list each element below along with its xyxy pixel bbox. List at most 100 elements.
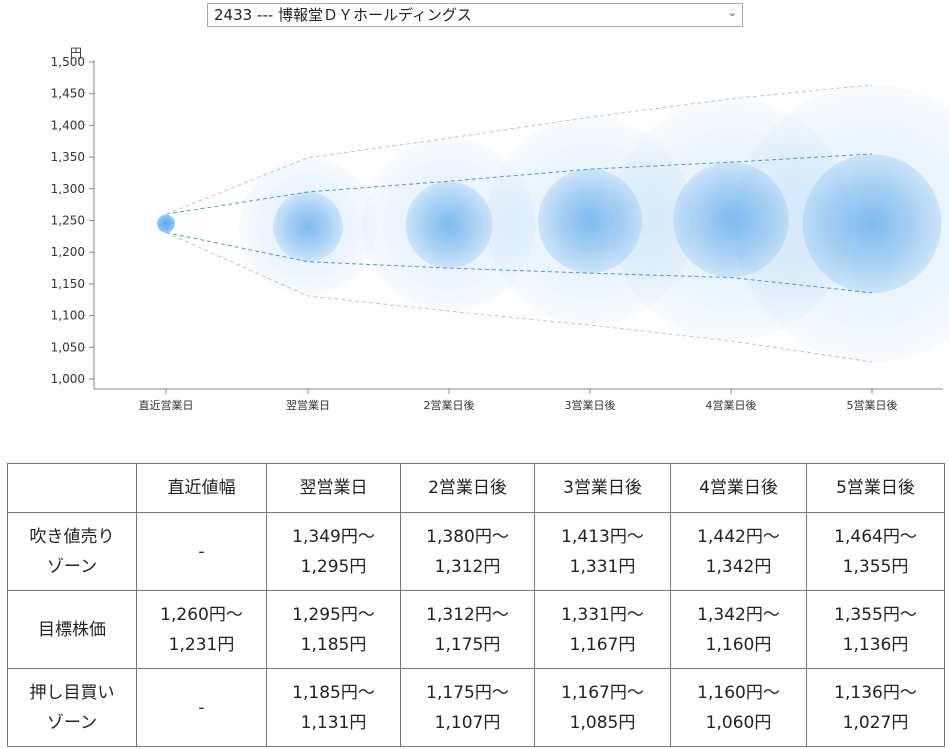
row-label: 吹き値売り ゾーン — [7, 512, 137, 591]
table-cell: 1,331円～ 1,167円 — [534, 590, 671, 669]
cell-line: 1,027円 — [842, 712, 909, 733]
cell-line: 1,464円～ — [834, 526, 917, 547]
y-tick-label: 1,400 — [51, 118, 85, 132]
table-cell: 1,295円～ 1,185円 — [266, 590, 401, 669]
cell-line: 1,342円～ — [697, 604, 780, 625]
target-range-bubble — [405, 181, 493, 269]
table-cell: - — [136, 512, 267, 591]
cell-line: 1,160円 — [705, 634, 772, 655]
row-label-line: ゾーン — [46, 712, 98, 733]
row-label-line: 吹き値売り — [29, 526, 115, 547]
table-cell: 1,342円～ 1,160円 — [670, 590, 807, 669]
table-header-row: 直近値幅 翌営業日 2営業日後 3営業日後 4営業日後 5営業日後 — [7, 463, 945, 513]
cell-line: 1,185円 — [300, 634, 367, 655]
row-label-line: ゾーン — [46, 556, 98, 577]
stock-selector[interactable]: 2433 --- 博報堂ＤＹホールディングス ⌄ — [207, 3, 743, 27]
cell-line: 1,312円～ — [426, 604, 509, 625]
table-row: 押し目買いゾーン - 1,185円～ 1,131円 1,175円～ 1,107円 1,167… — [7, 668, 945, 747]
y-tick-label: 1,250 — [51, 214, 85, 228]
table-cell: - — [136, 668, 267, 747]
y-tick-label: 1,450 — [51, 87, 85, 101]
cell-line: 1,380円～ — [426, 526, 509, 547]
cell-line: 1,175円 — [434, 634, 501, 655]
cell-line: 1,442円～ — [697, 526, 780, 547]
table-cell: 1,380円～ 1,312円 — [400, 512, 535, 591]
cell-line: 1,355円～ — [834, 604, 917, 625]
cell-line: 1,160円～ — [697, 682, 780, 703]
row-label-line: 目標株価 — [38, 619, 106, 640]
cell-line: 1,349円～ — [292, 526, 375, 547]
forecast-chart: 1,000 1,050 1,100 1,150 1,200 1,250 1,300 1,350… — [51, 46, 949, 412]
cell-line: 1,060円 — [705, 712, 772, 733]
table-cell: 1,413円～ 1,331円 — [534, 512, 671, 591]
cell-line: 1,295円 — [300, 556, 367, 577]
header-latest-range: 直近値幅 — [136, 463, 267, 513]
target-range-bubble — [802, 154, 942, 294]
latest-price-dot — [157, 214, 175, 233]
y-tick-label: 1,200 — [51, 245, 85, 259]
y-tick-label: 1,150 — [51, 277, 85, 291]
y-axis-unit: 円 — [70, 46, 82, 60]
x-tick-label: 4営業日後 — [706, 398, 757, 412]
cell-line: 1,260円～ — [160, 604, 243, 625]
y-axis: 1,000 1,050 1,100 1,150 1,200 1,250 1,300 1,350… — [51, 55, 95, 389]
y-tick-label: 1,300 — [51, 182, 85, 196]
target-range-bubble — [538, 169, 642, 274]
cell-line: - — [198, 697, 205, 718]
table-cell: 1,136円～ 1,027円 — [806, 668, 945, 747]
row-label-line: 押し目買い — [29, 682, 115, 703]
cell-line: 1,355円 — [842, 556, 909, 577]
header-day-2: 2営業日後 — [400, 463, 535, 513]
x-tick-label: 翌営業日 — [286, 398, 330, 412]
table-cell: 1,312円～ 1,175円 — [400, 590, 535, 669]
y-tick-label: 1,350 — [51, 150, 85, 164]
table-cell: 1,167円～ 1,085円 — [534, 668, 671, 747]
y-tick-label: 1,100 — [51, 309, 85, 323]
x-tick-label: 2営業日後 — [424, 398, 475, 412]
target-range-bubble — [673, 162, 789, 278]
header-next-day: 翌営業日 — [266, 463, 401, 513]
cell-line: 1,167円 — [569, 634, 636, 655]
table-cell: 1,349円～ 1,295円 — [266, 512, 401, 591]
cell-line: 1,331円～ — [561, 604, 644, 625]
table-cell: 1,175円～ 1,107円 — [400, 668, 535, 747]
header-day-5: 5営業日後 — [806, 463, 945, 513]
table-cell: 1,160円～ 1,060円 — [670, 668, 807, 747]
cell-line: 1,136円～ — [834, 682, 917, 703]
table-row: 目標株価 1,260円～ 1,231円 1,295円～ 1,185円 1,312円～ 1,1… — [7, 590, 945, 669]
forecast-table: 直近値幅 翌営業日 2営業日後 3営業日後 4営業日後 5営業日後 吹き値売りゾ… — [7, 463, 945, 747]
cell-line: 1,167円～ — [561, 682, 644, 703]
cell-line: 1,185円～ — [292, 682, 375, 703]
table-cell: 1,442円～ 1,342円 — [670, 512, 807, 591]
row-label: 押し目買い ゾーン — [7, 668, 137, 747]
cell-line: 1,085円 — [569, 712, 636, 733]
table-cell: 1,355円～ 1,136円 — [806, 590, 945, 669]
x-tick-label: 5営業日後 — [847, 398, 898, 412]
cell-line: 1,136円 — [842, 634, 909, 655]
cell-line: 1,131円 — [300, 712, 367, 733]
header-day-4: 4営業日後 — [670, 463, 807, 513]
cell-line: 1,312円 — [434, 556, 501, 577]
table-row: 吹き値売りゾーン - 1,349円～ 1,295円 1,380円～ 1,312円 1,413… — [7, 512, 945, 591]
stock-select[interactable]: 2433 --- 博報堂ＤＹホールディングス — [207, 3, 743, 27]
table-cell: 1,260円～ 1,231円 — [136, 590, 267, 669]
y-tick-label: 1,000 — [51, 372, 85, 386]
row-label: 目標株価 — [7, 590, 137, 669]
cell-line: - — [198, 541, 205, 562]
cell-line: 1,231円 — [168, 634, 235, 655]
cell-line: 1,331円 — [569, 556, 636, 577]
y-tick-label: 1,050 — [51, 340, 85, 354]
x-axis: 直近営業日 翌営業日 2営業日後 3営業日後 4営業日後 5営業日後 — [94, 388, 943, 412]
cell-line: 1,107円 — [434, 712, 501, 733]
header-corner — [7, 463, 137, 513]
cell-line: 1,342円 — [705, 556, 772, 577]
table-cell: 1,185円～ 1,131円 — [266, 668, 401, 747]
table-cell: 1,464円～ 1,355円 — [806, 512, 945, 591]
cell-line: 1,295円～ — [292, 604, 375, 625]
x-tick-label: 直近営業日 — [139, 398, 194, 412]
x-tick-label: 3営業日後 — [565, 398, 616, 412]
cell-line: 1,413円～ — [561, 526, 644, 547]
target-range-bubble — [273, 191, 343, 262]
cell-line: 1,175円～ — [426, 682, 509, 703]
header-day-3: 3営業日後 — [534, 463, 671, 513]
